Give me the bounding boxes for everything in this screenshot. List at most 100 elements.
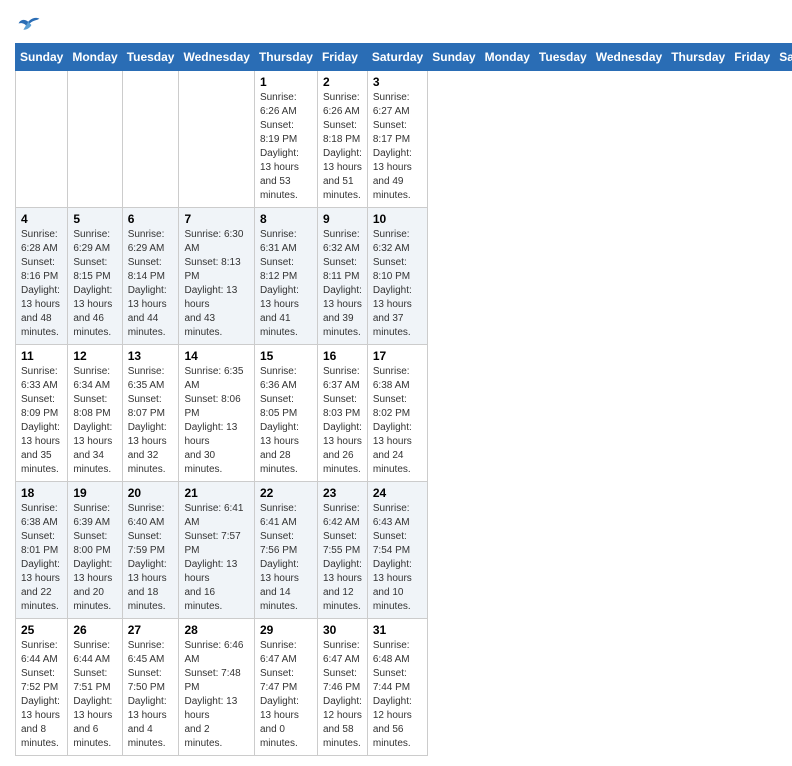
day-info: Sunrise: 6:28 AM Sunset: 8:16 PM Dayligh… [21, 228, 62, 340]
week-row-3: 11Sunrise: 6:33 AM Sunset: 8:09 PM Dayli… [16, 345, 792, 482]
col-header-tuesday: Tuesday [534, 44, 591, 71]
day-cell: 25 Sunrise: 6:44 AM Sunset: 7:52 PM Dayli… [16, 619, 68, 756]
day-info: Sunrise: 6:39 AM Sunset: 8:00 PM Dayligh… [73, 502, 116, 614]
day-info: Sunrise: 6:46 AM Sunset: 7:48 PM Dayligh… [184, 639, 248, 751]
header-saturday: Saturday [367, 44, 427, 71]
logo-bird-icon [17, 15, 41, 35]
day-number: 1 [260, 75, 312, 89]
day-info: Sunrise: 6:37 AM Sunset: 8:03 PM Dayligh… [323, 365, 362, 477]
day-number: 7 [184, 212, 248, 226]
day-number: 3 [373, 75, 422, 89]
day-number: 30 [323, 623, 362, 637]
day-cell: 1 Sunrise: 6:26 AM Sunset: 8:19 PM Daylig… [254, 71, 317, 208]
day-info: Sunrise: 6:43 AM Sunset: 7:54 PM Dayligh… [373, 502, 422, 614]
day-cell: 20 Sunrise: 6:40 AM Sunset: 7:59 PM Dayli… [122, 482, 179, 619]
day-info: Sunrise: 6:48 AM Sunset: 7:44 PM Dayligh… [373, 639, 422, 751]
day-number: 12 [73, 349, 116, 363]
day-cell: 9 Sunrise: 6:32 AM Sunset: 8:11 PM Daylig… [317, 208, 367, 345]
day-info: Sunrise: 6:38 AM Sunset: 8:01 PM Dayligh… [21, 502, 62, 614]
day-info: Sunrise: 6:29 AM Sunset: 8:15 PM Dayligh… [73, 228, 116, 340]
day-number: 23 [323, 486, 362, 500]
day-info: Sunrise: 6:44 AM Sunset: 7:52 PM Dayligh… [21, 639, 62, 751]
day-info: Sunrise: 6:31 AM Sunset: 8:12 PM Dayligh… [260, 228, 312, 340]
day-cell: 16 Sunrise: 6:37 AM Sunset: 8:03 PM Dayli… [317, 345, 367, 482]
day-number: 28 [184, 623, 248, 637]
day-info: Sunrise: 6:26 AM Sunset: 8:18 PM Dayligh… [323, 91, 362, 203]
day-cell: 28 Sunrise: 6:46 AM Sunset: 7:48 PM Dayli… [179, 619, 254, 756]
day-number: 19 [73, 486, 116, 500]
day-cell: 29 Sunrise: 6:47 AM Sunset: 7:47 PM Dayli… [254, 619, 317, 756]
day-cell [68, 71, 122, 208]
col-header-sunday: Sunday [428, 44, 480, 71]
day-info: Sunrise: 6:32 AM Sunset: 8:11 PM Dayligh… [323, 228, 362, 340]
day-info: Sunrise: 6:35 AM Sunset: 8:07 PM Dayligh… [128, 365, 174, 477]
day-number: 25 [21, 623, 62, 637]
header-thursday: Thursday [254, 44, 317, 71]
day-info: Sunrise: 6:42 AM Sunset: 7:55 PM Dayligh… [323, 502, 362, 614]
header-wednesday: Wednesday [179, 44, 254, 71]
day-cell: 17 Sunrise: 6:38 AM Sunset: 8:02 PM Dayli… [367, 345, 427, 482]
week-row-2: 4 Sunrise: 6:28 AM Sunset: 8:16 PM Daylig… [16, 208, 792, 345]
day-number: 9 [323, 212, 362, 226]
col-header-wednesday: Wednesday [591, 44, 666, 71]
day-number: 20 [128, 486, 174, 500]
logo [15, 15, 41, 35]
day-number: 26 [73, 623, 116, 637]
header-friday: Friday [317, 44, 367, 71]
day-cell: 19 Sunrise: 6:39 AM Sunset: 8:00 PM Dayli… [68, 482, 122, 619]
day-number: 17 [373, 349, 422, 363]
day-info: Sunrise: 6:34 AM Sunset: 8:08 PM Dayligh… [73, 365, 116, 477]
day-info: Sunrise: 6:47 AM Sunset: 7:46 PM Dayligh… [323, 639, 362, 751]
day-info: Sunrise: 6:45 AM Sunset: 7:50 PM Dayligh… [128, 639, 174, 751]
day-cell: 22Sunrise: 6:41 AM Sunset: 7:56 PM Dayli… [254, 482, 317, 619]
day-cell: 24 Sunrise: 6:43 AM Sunset: 7:54 PM Dayli… [367, 482, 427, 619]
day-cell: 13Sunrise: 6:35 AM Sunset: 8:07 PM Dayli… [122, 345, 179, 482]
day-info: Sunrise: 6:38 AM Sunset: 8:02 PM Dayligh… [373, 365, 422, 477]
week-row-5: 25 Sunrise: 6:44 AM Sunset: 7:52 PM Dayli… [16, 619, 792, 756]
day-info: Sunrise: 6:33 AM Sunset: 8:09 PM Dayligh… [21, 365, 62, 477]
day-cell: 2 Sunrise: 6:26 AM Sunset: 8:18 PM Daylig… [317, 71, 367, 208]
day-info: Sunrise: 6:41 AM Sunset: 7:57 PM Dayligh… [184, 502, 248, 614]
day-info: Sunrise: 6:40 AM Sunset: 7:59 PM Dayligh… [128, 502, 174, 614]
day-number: 5 [73, 212, 116, 226]
day-number: 31 [373, 623, 422, 637]
col-header-friday: Friday [730, 44, 775, 71]
day-cell: 14 Sunrise: 6:35 AM Sunset: 8:06 PM Dayli… [179, 345, 254, 482]
day-number: 16 [323, 349, 362, 363]
day-cell: 27 Sunrise: 6:45 AM Sunset: 7:50 PM Dayli… [122, 619, 179, 756]
day-cell [122, 71, 179, 208]
header-monday: Monday [68, 44, 122, 71]
day-number: 6 [128, 212, 174, 226]
day-info: Sunrise: 6:47 AM Sunset: 7:47 PM Dayligh… [260, 639, 312, 751]
day-cell: 11Sunrise: 6:33 AM Sunset: 8:09 PM Dayli… [16, 345, 68, 482]
day-number: 29 [260, 623, 312, 637]
day-number: 14 [184, 349, 248, 363]
day-cell: 5 Sunrise: 6:29 AM Sunset: 8:15 PM Daylig… [68, 208, 122, 345]
day-info: Sunrise: 6:26 AM Sunset: 8:19 PM Dayligh… [260, 91, 312, 203]
day-number: 27 [128, 623, 174, 637]
day-number: 4 [21, 212, 62, 226]
header-row: SundayMondayTuesdayWednesdayThursdayFrid… [16, 44, 792, 71]
header-sunday: Sunday [16, 44, 68, 71]
day-info: Sunrise: 6:29 AM Sunset: 8:14 PM Dayligh… [128, 228, 174, 340]
day-cell: 6 Sunrise: 6:29 AM Sunset: 8:14 PM Daylig… [122, 208, 179, 345]
day-info: Sunrise: 6:35 AM Sunset: 8:06 PM Dayligh… [184, 365, 248, 477]
day-cell: 10 Sunrise: 6:32 AM Sunset: 8:10 PM Dayli… [367, 208, 427, 345]
day-number: 10 [373, 212, 422, 226]
page-header [15, 10, 777, 35]
col-header-saturday: Saturday [775, 44, 792, 71]
day-cell: 18Sunrise: 6:38 AM Sunset: 8:01 PM Dayli… [16, 482, 68, 619]
day-cell: 23 Sunrise: 6:42 AM Sunset: 7:55 PM Dayli… [317, 482, 367, 619]
day-info: Sunrise: 6:44 AM Sunset: 7:51 PM Dayligh… [73, 639, 116, 751]
day-cell: 30 Sunrise: 6:47 AM Sunset: 7:46 PM Dayli… [317, 619, 367, 756]
day-info: Sunrise: 6:36 AM Sunset: 8:05 PM Dayligh… [260, 365, 312, 477]
day-cell [179, 71, 254, 208]
day-number: 2 [323, 75, 362, 89]
day-cell: 12 Sunrise: 6:34 AM Sunset: 8:08 PM Dayli… [68, 345, 122, 482]
day-number: 22 [260, 486, 312, 500]
day-cell: 4 Sunrise: 6:28 AM Sunset: 8:16 PM Daylig… [16, 208, 68, 345]
day-info: Sunrise: 6:32 AM Sunset: 8:10 PM Dayligh… [373, 228, 422, 340]
header-tuesday: Tuesday [122, 44, 179, 71]
week-row-4: 18Sunrise: 6:38 AM Sunset: 8:01 PM Dayli… [16, 482, 792, 619]
day-number: 24 [373, 486, 422, 500]
